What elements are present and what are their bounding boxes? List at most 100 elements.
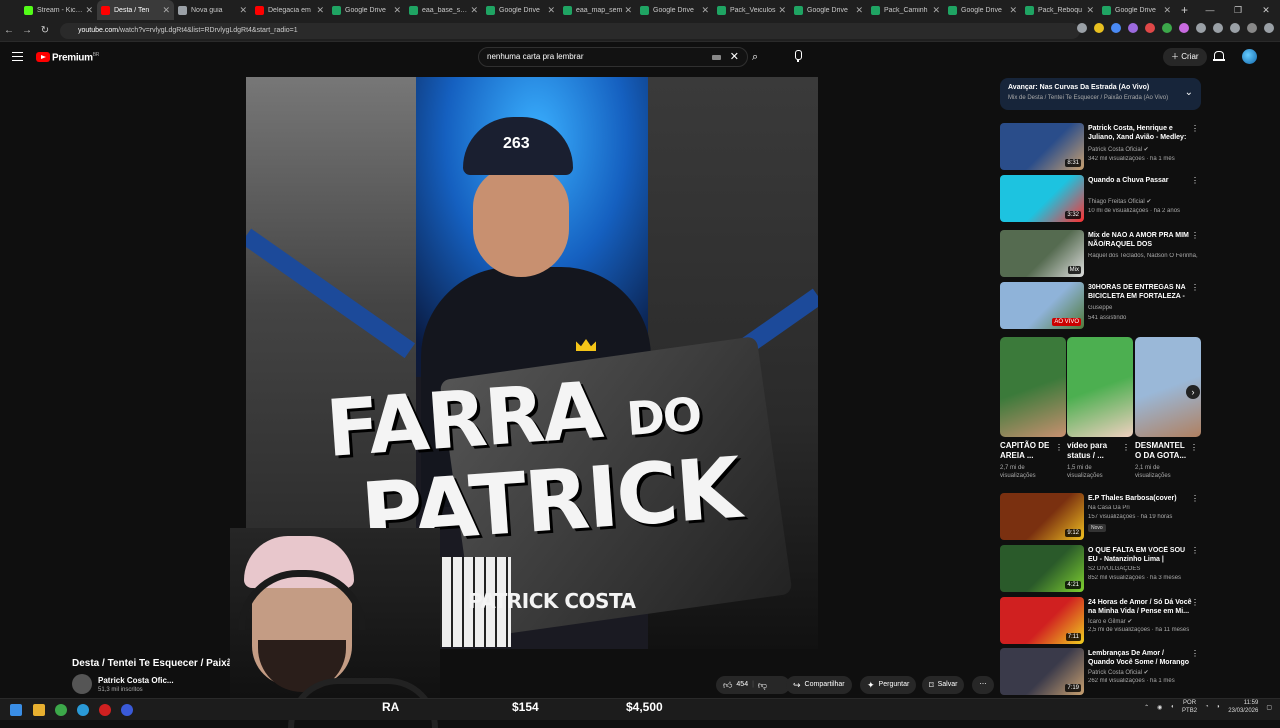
video-thumbnail[interactable]: Mix <box>1000 230 1084 277</box>
restore-button[interactable]: ❐ <box>1224 0 1252 20</box>
close-tab-icon[interactable]: ✕ <box>1086 5 1094 16</box>
close-tab-icon[interactable]: ✕ <box>624 5 632 16</box>
forward-icon[interactable]: → <box>18 25 36 36</box>
chevron-up-icon[interactable]: ⌃ <box>1144 704 1149 711</box>
notifications-bell-icon[interactable] <box>1213 51 1225 62</box>
more-options-icon[interactable]: ⋮ <box>1122 443 1130 452</box>
close-tab-icon[interactable]: ✕ <box>547 5 555 16</box>
back-icon[interactable]: ← <box>0 25 18 36</box>
dislike-icon[interactable]: 👎︎ <box>758 676 767 694</box>
more-options-icon[interactable]: ⋮ <box>1191 649 1199 658</box>
more-options-icon[interactable]: ⋮ <box>1191 176 1199 185</box>
minimize-button[interactable]: — <box>1196 0 1224 20</box>
sidepanel-icon[interactable] <box>1230 23 1240 33</box>
account-avatar[interactable] <box>1242 49 1257 64</box>
profile-avatar[interactable] <box>1247 23 1257 33</box>
clear-search-icon[interactable]: ✕ <box>730 48 739 66</box>
close-tab-icon[interactable]: ✕ <box>932 5 940 16</box>
recommended-video[interactable]: 8:31 Patrick Costa, Henrique e Juliano, X… <box>1000 123 1201 171</box>
extension-icon[interactable] <box>1179 23 1189 33</box>
close-tab-icon[interactable]: ✕ <box>85 5 93 16</box>
more-options-icon[interactable]: ⋮ <box>1191 231 1199 240</box>
channel-name[interactable]: Guseppe <box>1088 305 1198 311</box>
video-title[interactable]: 24 Horas de Amor / Só Dá Você na Minha V… <box>1088 598 1192 616</box>
extension-icon[interactable] <box>1128 23 1138 33</box>
extension-icon[interactable] <box>1111 23 1121 33</box>
close-tab-icon[interactable]: ✕ <box>1163 5 1171 16</box>
more-options-icon[interactable]: ⋮ <box>1191 546 1199 555</box>
short-thumbnail[interactable] <box>1000 337 1066 437</box>
volume-icon[interactable]: ◗ <box>1217 704 1221 710</box>
recommended-video[interactable]: 4:21 O QUE FALTA EM VOCÊ SOU EU - Natanzi… <box>1000 545 1201 593</box>
video-thumbnail[interactable]: 8:31 <box>1000 123 1084 170</box>
close-window-button[interactable]: ✕ <box>1252 0 1280 20</box>
search-icon[interactable]: ⌕ <box>752 51 758 64</box>
video-title[interactable]: Quando a Chuva Passar <box>1088 176 1192 185</box>
video-thumbnail[interactable]: 4:21 <box>1000 545 1084 592</box>
create-button[interactable]: ＋ Criar <box>1163 48 1207 66</box>
more-options-icon[interactable]: ⋮ <box>1191 494 1199 503</box>
browser-tab[interactable]: eaa_map_sem ✕ <box>559 0 636 20</box>
channel-name[interactable]: Raquel dos Teclados, Nadson O Ferinha, .… <box>1088 253 1198 259</box>
recommended-video[interactable]: Mix Mix de NAO A AMOR PRA MIM NÃO/RAQUEL … <box>1000 230 1201 278</box>
close-tab-icon[interactable]: ✕ <box>778 5 786 16</box>
more-options-icon[interactable]: ⋮ <box>1191 124 1199 133</box>
opera-icon[interactable] <box>99 704 111 716</box>
language-indicator[interactable]: POR PTB2 <box>1182 699 1197 715</box>
recommended-video[interactable]: 3:32 Quando a Chuva Passar Thiago Freitas … <box>1000 175 1201 223</box>
short-thumbnail[interactable] <box>1067 337 1133 437</box>
browser-tab[interactable]: Google Drive ✕ <box>790 0 867 20</box>
chevron-down-icon[interactable]: ⌄ <box>1185 87 1193 98</box>
windows-start-icon[interactable] <box>10 704 22 716</box>
browser-tab[interactable]: Google Drive ✕ <box>636 0 713 20</box>
channel-name[interactable]: Patrick Costa Ofic... <box>98 676 174 685</box>
cast-icon[interactable] <box>1077 23 1087 33</box>
close-tab-icon[interactable]: ✕ <box>239 5 247 16</box>
like-count[interactable]: 454 <box>736 676 748 694</box>
up-next-panel[interactable]: Avançar: Nas Curvas Da Estrada (Ao Vivo)… <box>1000 78 1201 110</box>
video-title[interactable]: 30HORAS DE ENTREGAS NA BICICLETA EM FORT… <box>1088 283 1192 301</box>
browser-tab[interactable]: Google Drive ✕ <box>482 0 559 20</box>
channel-name[interactable]: Ícaro e Gilmar ✔ <box>1088 618 1198 625</box>
close-tab-icon[interactable]: ✕ <box>1009 5 1017 16</box>
url-field[interactable]: youtube.com/watch?v=rvlygLdgRt4&list=RDr… <box>60 23 1080 39</box>
video-thumbnail[interactable]: 7:11 <box>1000 597 1084 644</box>
shorts-next-button[interactable]: › <box>1186 385 1200 399</box>
search-input[interactable]: nenhuma carta pra lembrar ✕ <box>478 47 748 67</box>
recommended-video[interactable]: 7:19 Lembranças De Amor / Quando Você Som… <box>1000 648 1201 696</box>
short-title[interactable]: vídeo para status / ... <box>1067 441 1121 461</box>
clock[interactable]: 11:59 23/03/2026 <box>1228 699 1258 715</box>
close-tab-icon[interactable]: ✕ <box>470 5 478 16</box>
channel-name[interactable]: S2 DIVULGAÇÕES <box>1088 566 1198 572</box>
more-actions-button[interactable]: ⋯ <box>972 676 994 694</box>
browser-tab[interactable]: Desta / Ten ✕ <box>97 0 174 20</box>
microphone-icon[interactable] <box>790 49 806 65</box>
short-title[interactable]: DESMANTEL O DA GOTA... <box>1135 441 1189 461</box>
chrome-icon[interactable] <box>55 704 67 716</box>
recommended-video[interactable]: 9:12 E.P Thales Barbosa(cover) Na Casa Da … <box>1000 493 1201 541</box>
browser-tab[interactable]: Google Drive ✕ <box>1098 0 1175 20</box>
share-button[interactable]: ↪ Compartilhar <box>786 676 852 694</box>
video-title[interactable]: E.P Thales Barbosa(cover) <box>1088 494 1192 503</box>
more-options-icon[interactable]: ⋮ <box>1191 598 1199 607</box>
browser-tab[interactable]: Stream - Kick D ✕ <box>20 0 97 20</box>
video-title[interactable]: Lembranças De Amor / Quando Você Some / … <box>1088 649 1192 667</box>
more-options-icon[interactable]: ⋮ <box>1190 443 1198 452</box>
file-explorer-icon[interactable] <box>33 704 45 716</box>
youtube-logo-icon[interactable] <box>36 52 50 62</box>
wifi-icon[interactable]: ◔ <box>1205 704 1209 710</box>
browser-tab[interactable]: eaa_base_shar ✕ <box>405 0 482 20</box>
browser-tab[interactable]: Pack_Caminh ✕ <box>867 0 944 20</box>
speaker-icon[interactable]: ◖ <box>1170 704 1174 710</box>
short-title[interactable]: CAPITÃO DE AREIA ... <box>1000 441 1054 461</box>
video-thumbnail[interactable]: 7:19 <box>1000 648 1084 695</box>
menu-kebab-icon[interactable] <box>1264 23 1274 33</box>
download-icon[interactable] <box>1213 23 1223 33</box>
browser-tab[interactable]: Nova guia ✕ <box>174 0 251 20</box>
close-tab-icon[interactable]: ✕ <box>162 5 170 16</box>
close-tab-icon[interactable]: ✕ <box>855 5 863 16</box>
save-button[interactable]: ⌑ Salvar <box>922 676 965 694</box>
browser-tab[interactable]: Delegacia em ✕ <box>251 0 328 20</box>
video-title[interactable]: O QUE FALTA EM VOCÊ SOU EU - Natanzinho … <box>1088 546 1192 564</box>
video-title[interactable]: Mix de NAO A AMOR PRA MIM NÃO/RAQUEL DOS… <box>1088 231 1192 249</box>
